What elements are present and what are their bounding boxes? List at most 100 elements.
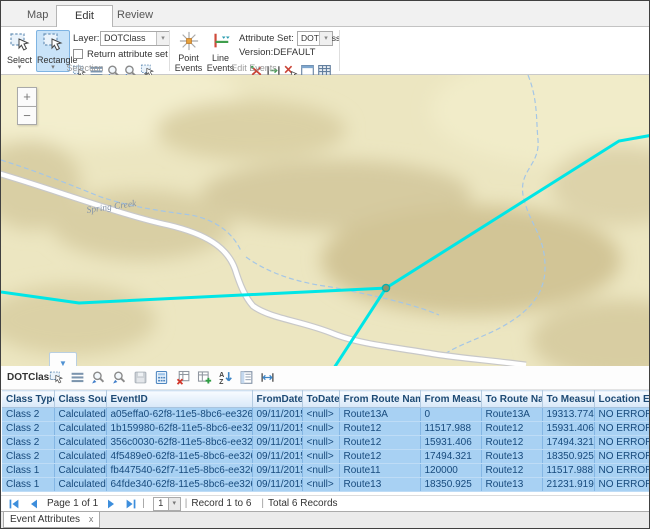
layer-label: Layer:: [73, 33, 99, 44]
zoom-to-next-icon[interactable]: [112, 370, 127, 385]
edit-events-group-label: Edit Events: [170, 63, 338, 73]
cell: 15931.406: [542, 422, 594, 436]
attribute-set-label: Attribute Set:: [239, 33, 294, 44]
cell: 09/11/2015: [252, 436, 302, 450]
cell: Route13: [481, 450, 542, 464]
cell: <null>: [302, 408, 339, 422]
cell: 0: [420, 408, 481, 422]
zoom-to-previous-icon[interactable]: [91, 370, 106, 385]
version-label: Version:DEFAULT: [239, 47, 315, 58]
tab-event-attributes-label: Event Attributes: [10, 514, 80, 525]
add-record-icon[interactable]: [197, 370, 212, 385]
point-events-icon: [179, 31, 199, 51]
previous-page-button[interactable]: [27, 498, 41, 510]
cell: fb447540-62f7-11e5-8bc6-ee32641d5ec9: [106, 464, 252, 478]
page-number-combobox[interactable]: 1 ▾: [153, 497, 181, 511]
route-junction-marker[interactable]: [382, 284, 389, 291]
zoom-out-button[interactable]: −: [17, 106, 37, 125]
cell: 19313.774: [542, 408, 594, 422]
next-page-button[interactable]: [104, 498, 118, 510]
app-window: Map Edit Review Select ▾ Rectangle ▾ Lay…: [0, 0, 650, 529]
export-delete-icon[interactable]: [176, 370, 191, 385]
sort-icon[interactable]: [218, 370, 233, 385]
cell: Route11: [339, 464, 420, 478]
return-attribute-set-label: Return attribute set: [87, 49, 168, 60]
column-header[interactable]: EventID: [106, 391, 252, 408]
cell: NO ERROR: [594, 464, 650, 478]
calculate-field-icon[interactable]: [154, 370, 169, 385]
column-header[interactable]: Location Error: [594, 391, 650, 408]
line-events-icon: [211, 31, 231, 51]
layer-combobox[interactable]: DOTClass ▾: [100, 31, 170, 46]
show-selected-icon[interactable]: [70, 370, 85, 385]
return-attribute-set-checkbox[interactable]: [73, 49, 83, 59]
pager-separator: |: [261, 498, 264, 509]
attribute-form-icon[interactable]: [239, 370, 254, 385]
map-canvas[interactable]: Spring Creek: [1, 75, 649, 366]
table-row[interactable]: Class 2Calculated356c0030-62f8-11e5-8bc6…: [2, 436, 650, 450]
cell: 120000: [420, 464, 481, 478]
panel-collapse-button[interactable]: ▼: [49, 352, 77, 366]
cell: Class 2: [2, 450, 54, 464]
column-header[interactable]: From Measure: [420, 391, 481, 408]
cell: Route12: [339, 436, 420, 450]
map-zoom-control: + −: [17, 87, 37, 125]
tab-event-attributes[interactable]: Event Attributes x: [3, 512, 100, 528]
first-page-button[interactable]: [7, 498, 21, 510]
cell: 18350.925: [542, 450, 594, 464]
selection-group-label: Selection: [1, 63, 169, 73]
save-icon[interactable]: [133, 370, 148, 385]
table-header-row: Class TypeClass SourceEventIDFromDateToD…: [2, 391, 650, 408]
cell: Calculated: [54, 478, 106, 492]
table-row[interactable]: Class 1Calculated64fde340-62f8-11e5-8bc6…: [2, 478, 650, 492]
page-indicator: Page 1 of 1: [47, 498, 98, 509]
chevron-down-icon[interactable]: ▾: [319, 32, 332, 45]
column-header[interactable]: Class Type: [2, 391, 54, 408]
cell: 15931.406: [420, 436, 481, 450]
table-row[interactable]: Class 2Calculateda05effa0-62f8-11e5-8bc6…: [2, 408, 650, 422]
event-attributes-panel: DOTClass Class TypeClass SourceEventIDFr…: [1, 366, 649, 512]
group-separator: [339, 30, 340, 71]
cell: <null>: [302, 422, 339, 436]
cell: 21231.919: [542, 478, 594, 492]
cell: 09/11/2015: [252, 408, 302, 422]
pager-separator: |: [185, 498, 188, 509]
chevron-down-icon[interactable]: ▾: [156, 32, 169, 45]
cell: 1b159980-62f8-11e5-8bc6-ee32641d5ec9: [106, 422, 252, 436]
close-tab-icon[interactable]: x: [89, 514, 94, 524]
ribbon: Select ▾ Rectangle ▾ Layer: DOTClass ▾ R…: [1, 27, 649, 75]
cell: Route12: [339, 450, 420, 464]
attribute-set-combobox[interactable]: DOTClass ▾: [297, 31, 333, 46]
cell: 09/11/2015: [252, 478, 302, 492]
last-page-button[interactable]: [124, 498, 138, 510]
column-header[interactable]: From Route Name: [339, 391, 420, 408]
cell: 11517.988: [420, 422, 481, 436]
table-row[interactable]: Class 1Calculatedfb447540-62f7-11e5-8bc6…: [2, 464, 650, 478]
bottom-tabbar: Event Attributes x: [1, 511, 649, 528]
column-header[interactable]: To Measure: [542, 391, 594, 408]
total-records-text: Total 6 Records: [268, 498, 337, 509]
cell: 09/11/2015: [252, 464, 302, 478]
rectangle-tool-icon: [42, 31, 64, 53]
grid-title: DOTClass: [7, 372, 55, 383]
cell: Calculated: [54, 450, 106, 464]
cell: <null>: [302, 464, 339, 478]
select-tool-icon: [9, 31, 31, 53]
select-records-icon[interactable]: [49, 370, 64, 385]
table-row[interactable]: Class 2Calculated1b159980-62f8-11e5-8bc6…: [2, 422, 650, 436]
cell: Class 1: [2, 478, 54, 492]
cell: Route12: [481, 436, 542, 450]
zoom-in-button[interactable]: +: [17, 87, 37, 106]
column-header[interactable]: FromDate: [252, 391, 302, 408]
cell: Route12: [481, 464, 542, 478]
measures-icon[interactable]: [260, 370, 275, 385]
attribute-table: Class TypeClass SourceEventIDFromDateToD…: [2, 390, 650, 492]
column-header[interactable]: To Route Name: [481, 391, 542, 408]
cell: Route13A: [339, 408, 420, 422]
chevron-down-icon[interactable]: ▾: [168, 498, 180, 510]
tab-edit[interactable]: Edit: [56, 5, 113, 27]
column-header[interactable]: ToDate: [302, 391, 339, 408]
column-header[interactable]: Class Source: [54, 391, 106, 408]
table-row[interactable]: Class 2Calculated4f5489e0-62f8-11e5-8bc6…: [2, 450, 650, 464]
cell: 17494.321: [542, 436, 594, 450]
